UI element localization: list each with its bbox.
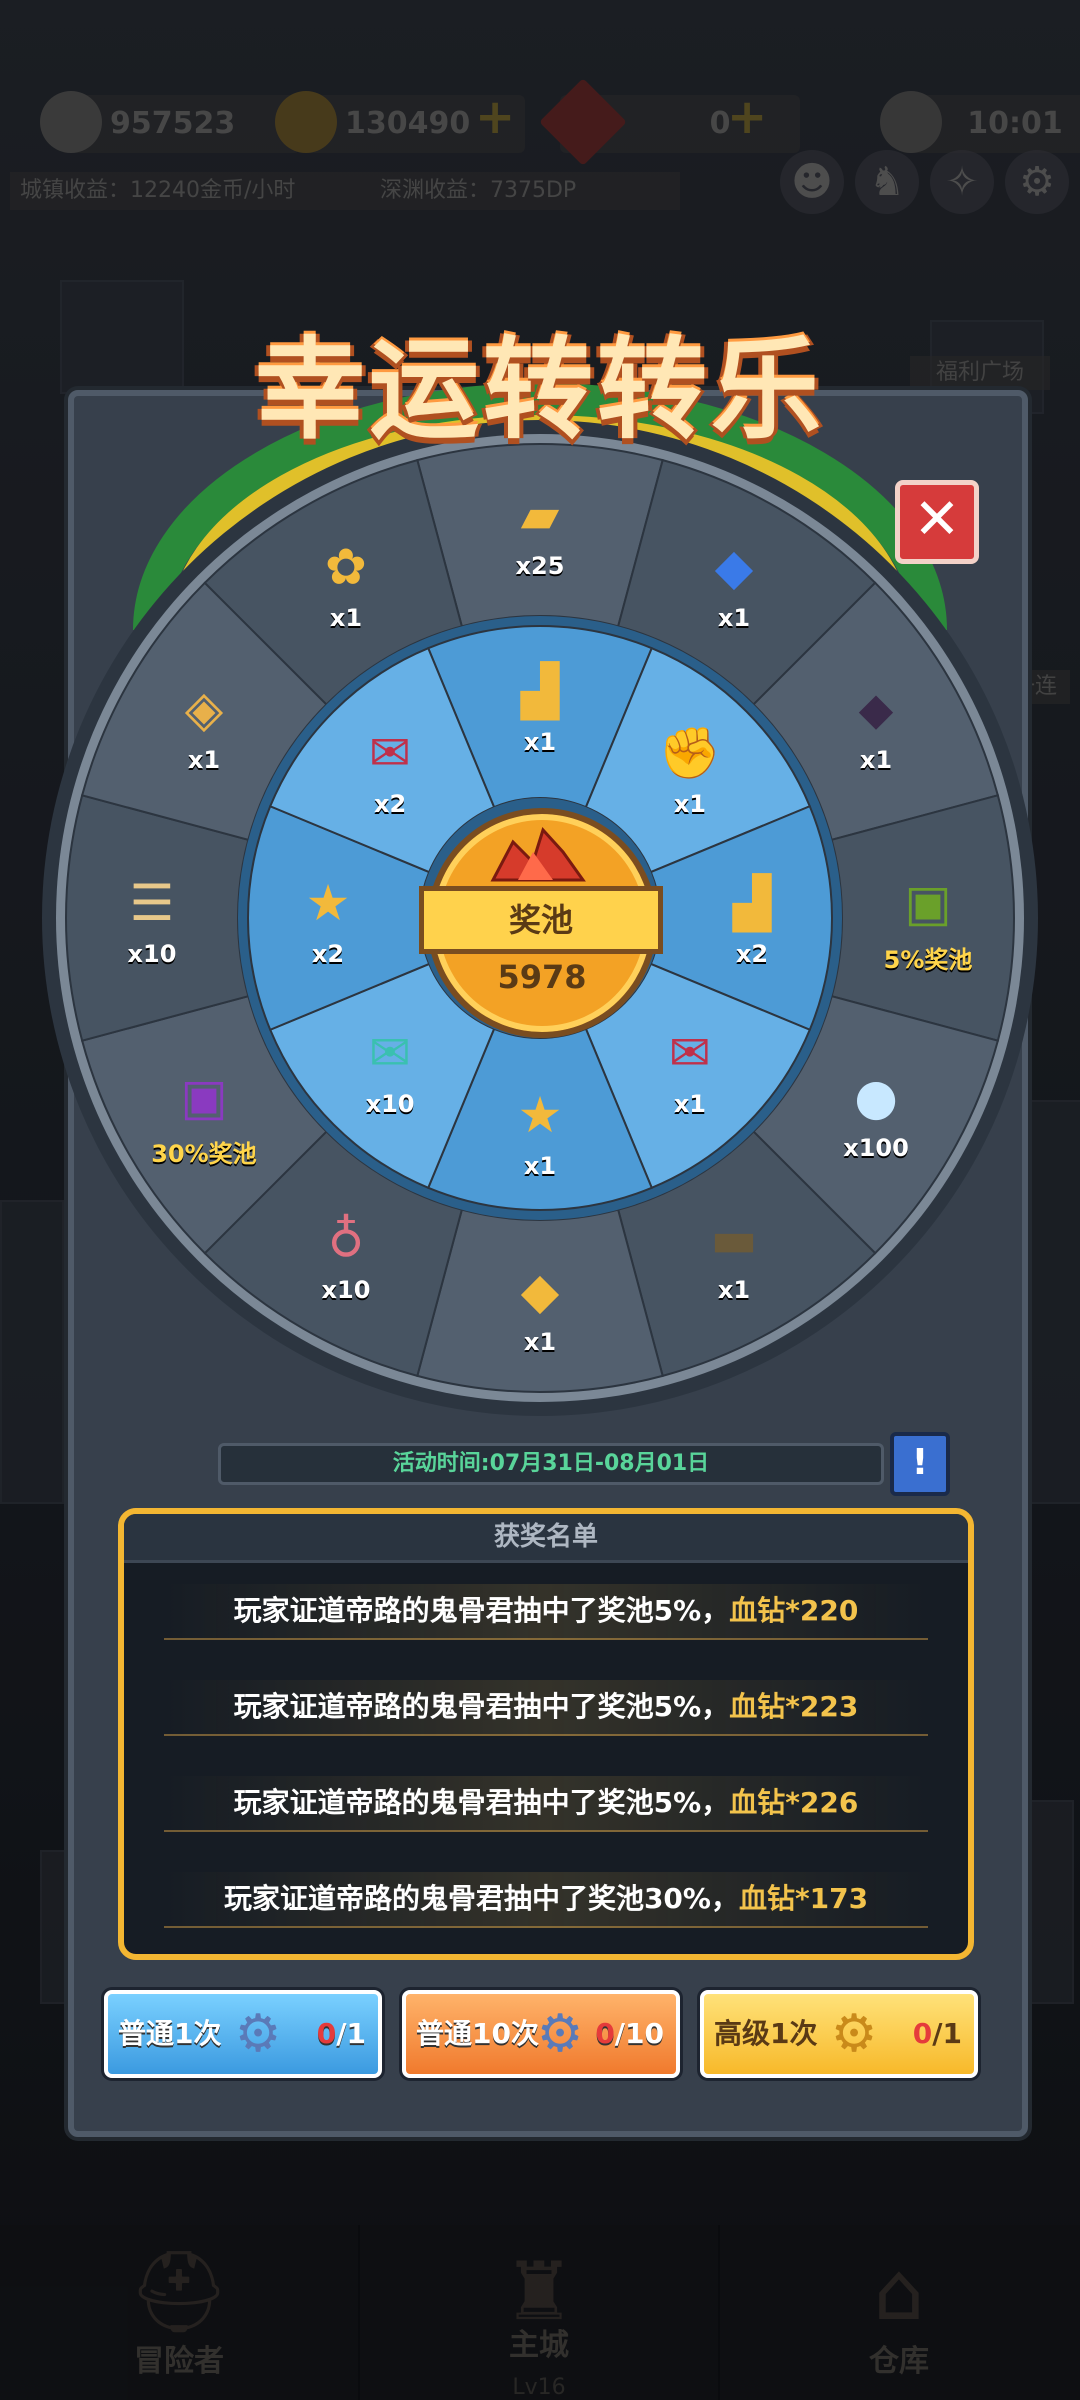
prize-quantity: x1 — [717, 603, 751, 632]
prize-pool-center: 奖池 5978 — [419, 808, 663, 1038]
prize-quantity: x10 — [365, 1089, 415, 1118]
spin-normal-1-button[interactable]: 普通1次 ⚙ 0/1 — [104, 1990, 382, 2078]
outer-prize-item: ◆ x1 — [674, 532, 794, 632]
inner-prize-item: ★ x1 — [480, 1080, 600, 1180]
spin-normal-10-label: 普通10次 — [416, 2017, 539, 2050]
potion-bottle-icon: ♁ — [327, 1210, 365, 1269]
purple-chest-icon: ▣ — [180, 1068, 228, 1126]
winner-row: 玩家证道帝路的鬼骨君抽中了奖池5%，血钻*220 — [164, 1584, 928, 1640]
prize-pool-label: 奖池 — [419, 886, 663, 954]
winner-reward: 血钻*220 — [729, 1594, 859, 1627]
prize-quantity: x2 — [311, 940, 345, 968]
teal-envelope-icon: ✉ — [369, 1023, 412, 1082]
dark-crystal-icon: ⬥ — [858, 680, 894, 738]
event-time: 活动时间:07月31日-08月01日 — [218, 1443, 884, 1485]
winner-row: 玩家证道帝路的鬼骨君抽中了奖池30%，血钻*173 — [164, 1872, 928, 1928]
gold-flower-icon: ✿ — [325, 537, 367, 596]
outer-prize-item: ♁ x10 — [286, 1204, 406, 1304]
rainbow-orb-icon: ● — [854, 1068, 898, 1126]
inner-prize-item: ✉ x1 — [630, 1018, 750, 1118]
winner-reward: 血钻*223 — [729, 1690, 859, 1723]
gold-gear-ticket-icon: ⚙ — [830, 2004, 878, 2064]
prize-quantity: x2 — [735, 940, 769, 968]
wheel-title: 幸运转转乐 — [255, 326, 825, 454]
winner-row: 玩家证道帝路的鬼骨君抽中了奖池5%，血钻*223 — [164, 1680, 928, 1736]
blue-crystal-icon: ◆ — [714, 537, 754, 596]
inner-prize-item: ▟ x2 — [692, 868, 812, 968]
prize-quantity: x100 — [843, 1134, 909, 1162]
close-button[interactable]: ✕ — [895, 480, 979, 564]
prize-quantity: x1 — [717, 1276, 751, 1305]
scroll-icon: ☰ — [129, 874, 175, 932]
winner-row: 玩家证道帝路的鬼骨君抽中了奖池5%，血钻*226 — [164, 1776, 928, 1832]
gold-ingot-icon: ▰ — [520, 486, 560, 544]
gold-boot-icon: ▟ — [520, 662, 560, 720]
winner-text: 玩家证道帝路的鬼骨君抽中了奖池30%， — [223, 1882, 739, 1915]
cannon-icon: ▬ — [710, 1210, 758, 1269]
prize-quantity: x1 — [673, 1089, 706, 1118]
star-coin-icon: ★ — [305, 874, 351, 932]
inner-prize-item: ▟ x1 — [480, 656, 600, 756]
red-envelope-icon: ✉ — [668, 1023, 711, 1082]
spin-normal-1-count: 0/1 — [316, 2017, 366, 2050]
prize-quantity: x1 — [523, 728, 557, 756]
prize-quantity: x25 — [515, 552, 565, 580]
outer-prize-item: ▰ x25 — [480, 480, 600, 580]
winners-list: 获奖名单 玩家证道帝路的鬼骨君抽中了奖池5%，血钻*220 玩家证道帝路的鬼骨君… — [118, 1508, 974, 1960]
prize-pool-amount: 5978 — [497, 958, 587, 996]
outer-prize-item: ✿ x1 — [286, 532, 406, 632]
outer-prize-item: ⬥ x1 — [816, 674, 936, 774]
spin-premium-1-label: 高级1次 — [714, 2017, 818, 2050]
outer-prize-item: ● x100 — [816, 1062, 936, 1162]
prize-quantity: x2 — [373, 790, 407, 819]
winner-text: 玩家证道帝路的鬼骨君抽中了奖池5%， — [233, 1786, 730, 1819]
spin-normal-10-button[interactable]: 普通10次 ⚙ 0/10 — [402, 1990, 680, 2078]
winner-reward: 血钻*173 — [738, 1882, 869, 1915]
prize-quantity: 5%奖池 — [883, 946, 973, 974]
spin-premium-1-button[interactable]: 高级1次 ⚙ 0/1 — [700, 1990, 978, 2078]
spin-normal-10-count: 0/10 — [595, 2017, 664, 2050]
gold-ticket-icon: ◆ — [520, 1262, 560, 1320]
red-envelope-icon: ✉ — [369, 724, 412, 783]
blue-gear-ticket-icon: ⚙ — [234, 2004, 282, 2064]
winners-title: 获奖名单 — [124, 1514, 968, 1563]
prize-quantity: x1 — [859, 746, 893, 774]
inner-prize-item: ✉ x2 — [330, 718, 450, 818]
prize-quantity: x1 — [329, 603, 363, 632]
prize-quantity: 30%奖池 — [151, 1140, 257, 1168]
outer-prize-item: ▣ 30%奖池 — [144, 1062, 264, 1169]
inner-prize-item: ★ x2 — [268, 868, 388, 968]
prize-quantity: x10 — [127, 940, 177, 968]
spin-premium-1-count: 0/1 — [912, 2017, 962, 2050]
spin-normal-1-label: 普通1次 — [118, 2017, 222, 2050]
blue-gear-ticket-icon: ⚙ — [536, 2004, 584, 2064]
outer-prize-item: ▬ x1 — [674, 1204, 794, 1304]
prize-quantity: x1 — [523, 1328, 557, 1356]
inner-prize-item: ✉ x10 — [330, 1018, 450, 1118]
outer-prize-item: ◆ x1 — [480, 1256, 600, 1356]
prize-quantity: x1 — [673, 790, 706, 819]
winner-reward: 血钻*226 — [729, 1786, 859, 1819]
star-coin-icon: ★ — [517, 1086, 563, 1144]
prize-quantity: x10 — [321, 1276, 371, 1305]
outer-prize-item: ◈ x1 — [144, 674, 264, 774]
inner-prize-item: ✊ x1 — [630, 718, 750, 818]
green-chest-icon: ▣ — [904, 874, 952, 932]
tag-icon: ◈ — [184, 680, 224, 738]
winner-text: 玩家证道帝路的鬼骨君抽中了奖池5%， — [233, 1594, 730, 1627]
prize-quantity: x1 — [523, 1152, 557, 1180]
info-button[interactable]: ! — [890, 1432, 950, 1496]
red-gem-pile-icon — [490, 827, 586, 882]
gold-boot-icon: ▟ — [732, 874, 772, 932]
outer-prize-item: ☰ x10 — [92, 868, 212, 968]
gold-gauntlet-icon: ✊ — [658, 724, 722, 783]
outer-prize-item: ▣ 5%奖池 — [868, 868, 988, 975]
winner-text: 玩家证道帝路的鬼骨君抽中了奖池5%， — [233, 1690, 730, 1723]
prize-quantity: x1 — [187, 746, 221, 774]
